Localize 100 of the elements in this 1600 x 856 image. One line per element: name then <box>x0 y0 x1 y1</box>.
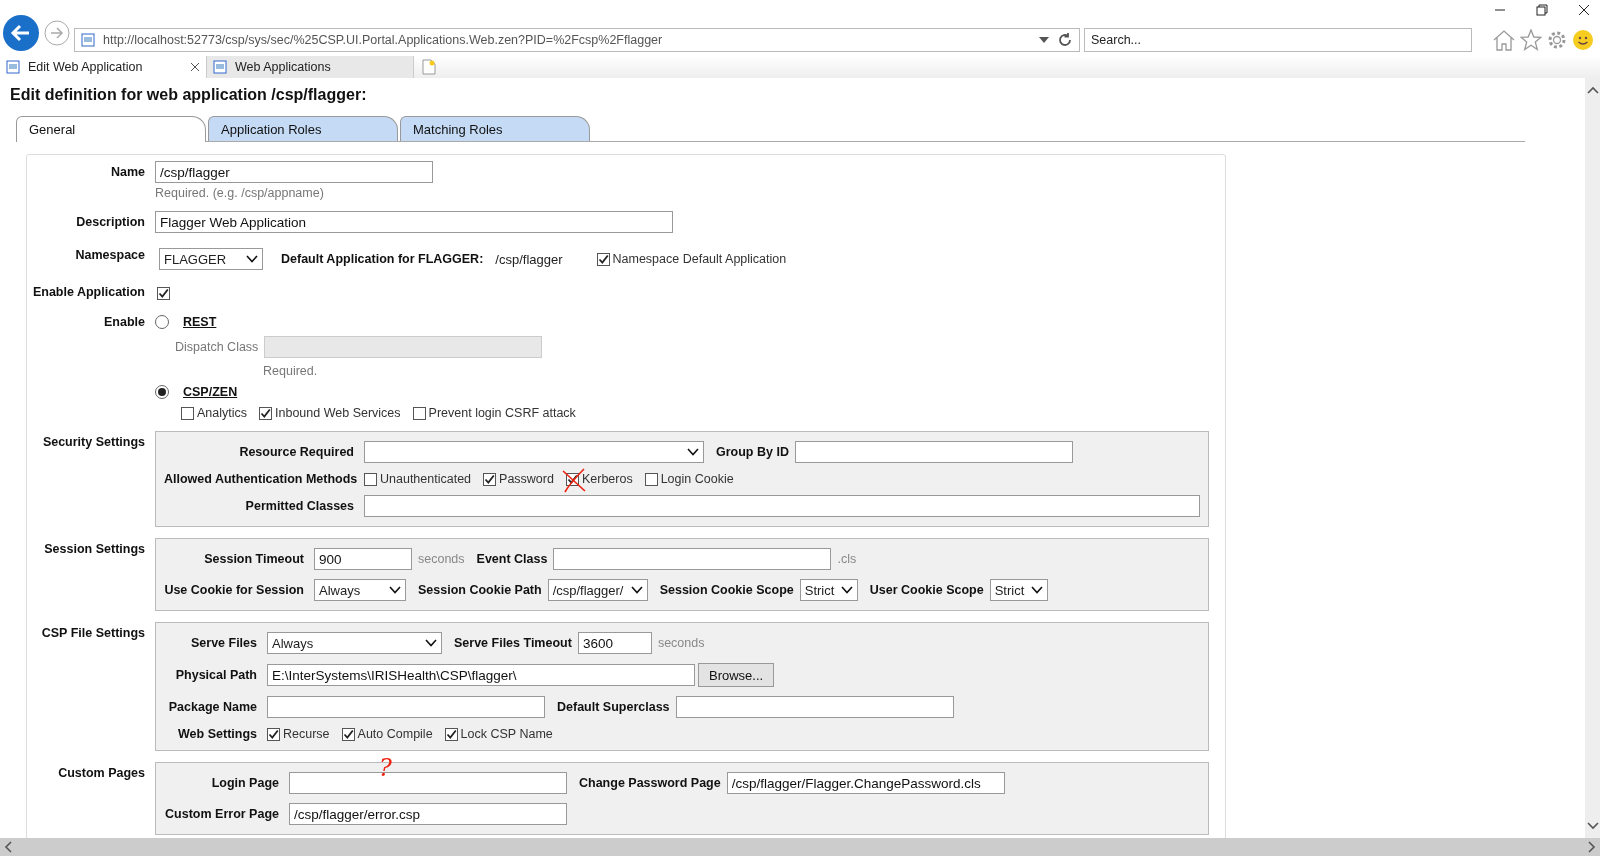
dropdown[interactable] <box>364 441 704 463</box>
field-label: Namespace <box>74 247 145 262</box>
radio-button[interactable] <box>155 315 169 329</box>
field-label: Name <box>109 164 145 179</box>
scroll-up-icon[interactable] <box>1586 86 1599 94</box>
dropdown[interactable]: Always <box>267 632 442 654</box>
field-label: Group By ID <box>716 445 789 459</box>
checkbox-label: Kerberos <box>581 472 633 486</box>
text-field[interactable]: Flagger Web Application <box>155 211 673 233</box>
checkbox[interactable] <box>267 727 280 741</box>
dropdown[interactable]: /csp/flagger/ <box>547 579 648 601</box>
refresh-icon[interactable] <box>1057 32 1073 48</box>
field-label: Session Cookie Scope <box>659 583 794 597</box>
chevron-icon <box>425 639 437 647</box>
checkbox[interactable] <box>483 472 497 486</box>
page-icon <box>81 33 95 47</box>
restore-icon[interactable] <box>1536 4 1548 16</box>
field-label: Web Settings <box>177 727 257 741</box>
field-label: Serve Files Timeout <box>454 636 572 650</box>
browser-tab[interactable]: Edit Web Application <box>0 56 207 78</box>
field-label: Custom Error Page <box>164 807 279 821</box>
checkbox[interactable] <box>412 406 426 420</box>
checkbox-label: Prevent login CSRF attack <box>428 406 576 420</box>
checkbox[interactable] <box>341 727 355 741</box>
field-label: Resource Required <box>238 445 354 459</box>
checkbox[interactable] <box>644 472 658 486</box>
text-field[interactable] <box>553 548 832 570</box>
dropdown[interactable]: Strict <box>799 579 858 601</box>
checkbox-label: Namespace Default Application <box>612 252 787 266</box>
field-label: Serve Files <box>190 636 257 650</box>
unit-text: seconds <box>418 552 465 566</box>
page-title: Edit definition for web application /csp/flagger: <box>10 86 368 104</box>
text-field[interactable]: /csp/flagger/Flagger.ChangePassword.cls <box>726 772 1005 794</box>
smiley-icon[interactable] <box>1572 29 1594 51</box>
field-label: User Cookie Scope <box>869 583 984 597</box>
text-field[interactable] <box>364 495 1200 517</box>
address-bar[interactable]: http://localhost:52773/csp/sys/sec/%25CSP.UI.Portal.Applications.Web.zen?PID=%2Fcsp%2Fflagger <box>74 28 1080 52</box>
checkbox-label: Password <box>499 472 554 486</box>
text-field[interactable]: /csp/flagger <box>155 161 433 183</box>
field-label: Change Password Page <box>579 776 721 790</box>
text-field[interactable]: /csp/flagger/error.csp <box>289 803 567 825</box>
field-label: Enable Application <box>31 284 145 299</box>
unit-text: seconds <box>657 636 705 650</box>
dropdown[interactable]: FLAGGER <box>159 248 263 270</box>
field-label: Session Cookie Path <box>418 583 542 597</box>
checkbox-label: Auto Compile <box>357 727 433 741</box>
text-field[interactable]: 900 <box>314 548 412 570</box>
checkbox[interactable] <box>157 287 170 300</box>
checkbox-label: Unauthenticated <box>380 472 472 486</box>
vertical-scrollbar[interactable] <box>1585 78 1600 838</box>
text-field[interactable] <box>675 696 954 718</box>
dropdown-arrow-icon[interactable] <box>1039 37 1049 43</box>
close-icon[interactable] <box>1578 4 1590 16</box>
field-label: Physical Path <box>174 668 257 682</box>
field-label: Session Timeout <box>203 552 304 566</box>
page-tab[interactable]: Application Roles <box>208 116 398 141</box>
scroll-down-icon[interactable] <box>1586 822 1599 830</box>
star-icon[interactable] <box>1520 29 1542 51</box>
page-tab[interactable]: General <box>16 116 206 142</box>
text-field[interactable] <box>267 696 545 718</box>
close-tab-icon[interactable] <box>190 62 200 72</box>
checkbox-label: Inbound Web Services <box>275 406 401 420</box>
chevron-icon <box>630 586 643 594</box>
checkbox[interactable] <box>259 406 273 420</box>
page-icon <box>6 60 20 74</box>
text-field[interactable]: E:\InterSystems\IRISHealth\CSP\flagger\ <box>267 664 695 686</box>
field-label: Default Application for FLAGGER: <box>281 252 484 266</box>
text-field[interactable] <box>794 441 1073 463</box>
text-field[interactable]: 3600 <box>577 632 652 654</box>
checkbox[interactable] <box>364 472 377 486</box>
home-icon[interactable] <box>1492 29 1516 51</box>
handwritten-question-mark: ? <box>379 756 392 780</box>
scroll-left-icon[interactable] <box>4 841 12 853</box>
field-label: Default Superclass <box>557 700 670 714</box>
checkbox[interactable] <box>444 727 458 741</box>
field-label: Use Cookie for Session <box>164 583 304 597</box>
dropdown[interactable]: Strict <box>989 579 1048 601</box>
dropdown[interactable]: Always <box>314 579 406 601</box>
browser-tab[interactable]: Web Applications <box>207 56 414 78</box>
chevron-icon <box>389 586 401 594</box>
chevron-icon <box>246 255 258 263</box>
checkbox[interactable] <box>596 252 610 266</box>
hint-text: Required. (e.g. /csp/appname) <box>155 186 325 200</box>
horizontal-scrollbar[interactable] <box>0 838 1600 856</box>
radio-button[interactable] <box>155 385 169 399</box>
search-field[interactable]: Search... <box>1084 28 1472 52</box>
chevron-icon <box>840 586 853 594</box>
field-label: Description <box>75 214 145 229</box>
browse-button[interactable]: Browse... <box>698 663 775 687</box>
back-button[interactable] <box>2 14 40 52</box>
section-label: Custom Pages <box>57 765 145 780</box>
unit-text: .cls <box>837 552 857 566</box>
field-label: Dispatch Class <box>175 340 259 354</box>
chevron-icon <box>1030 586 1043 594</box>
section-label: Session Settings <box>43 541 145 556</box>
field-label: Package Name <box>167 700 257 714</box>
page-tab[interactable]: Matching Roles <box>400 116 590 141</box>
checkbox[interactable] <box>181 406 194 420</box>
field-label: Event Class <box>476 552 548 566</box>
scroll-right-icon[interactable] <box>1588 841 1596 853</box>
